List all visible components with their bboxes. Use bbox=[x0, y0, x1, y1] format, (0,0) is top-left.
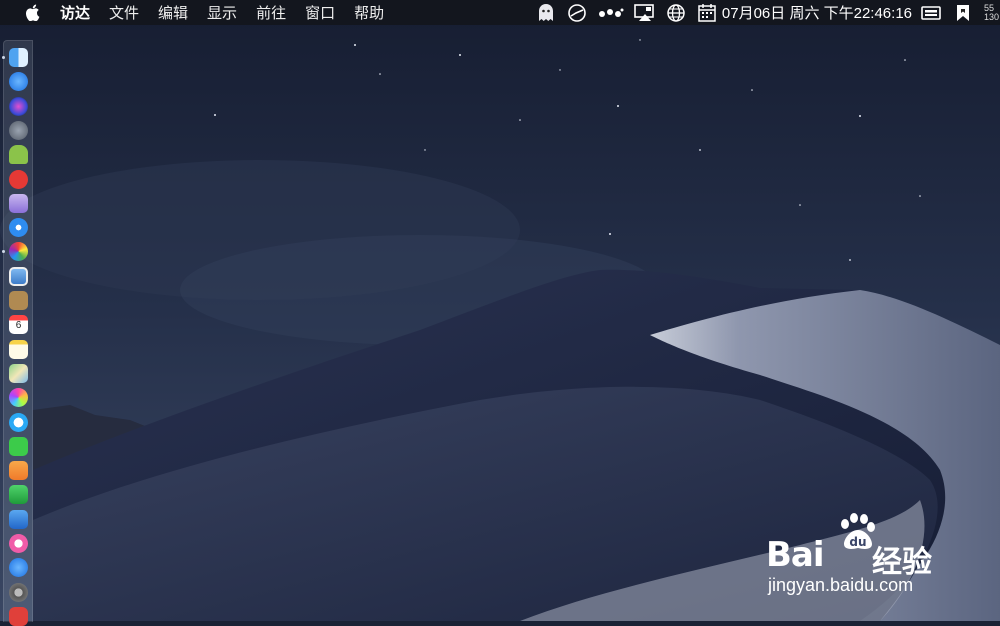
status-area: 07月06日 周六 下午22:46:16 55 130 bbox=[535, 0, 1000, 25]
notes-icon[interactable] bbox=[9, 340, 28, 359]
display-mirror-icon[interactable] bbox=[634, 2, 656, 24]
calendar-day-label: 6 bbox=[15, 320, 22, 331]
running-indicator bbox=[2, 56, 5, 59]
menu-edit[interactable]: 编辑 bbox=[158, 2, 188, 23]
facetime-icon[interactable] bbox=[9, 437, 28, 456]
net-download: 130 bbox=[984, 11, 1000, 22]
menu-window[interactable]: 窗口 bbox=[305, 2, 335, 23]
launchpad-rocket-icon[interactable] bbox=[9, 121, 28, 140]
menu-view[interactable]: 显示 bbox=[207, 2, 237, 23]
vivaldi-icon[interactable] bbox=[9, 607, 28, 626]
svg-text:du: du bbox=[849, 535, 866, 549]
menu-file[interactable]: 文件 bbox=[109, 2, 139, 23]
pages-icon[interactable] bbox=[9, 461, 28, 480]
menu-bar: 访达 文件 编辑 显示 前往 窗口 帮助 07月06日 周六 下午22:46:1… bbox=[0, 0, 1000, 25]
baidu-jingyan-watermark: du Bai 经验 jingyan.baidu.com bbox=[762, 513, 962, 603]
apple-logo-icon[interactable] bbox=[26, 4, 42, 22]
red-app-icon[interactable] bbox=[9, 170, 28, 189]
notebook-icon[interactable] bbox=[9, 291, 28, 310]
itunes-icon[interactable] bbox=[9, 534, 28, 553]
android-icon[interactable] bbox=[9, 145, 28, 164]
network-speed-monitor[interactable]: 55 130 bbox=[984, 4, 1000, 22]
system-preferences-icon[interactable] bbox=[9, 583, 28, 602]
app-store-update-icon[interactable] bbox=[9, 558, 28, 577]
dots-icon[interactable] bbox=[597, 2, 625, 24]
keynote-icon[interactable] bbox=[9, 510, 28, 529]
floppy-save-icon[interactable] bbox=[9, 194, 28, 213]
dock: 6 bbox=[2, 40, 33, 626]
menu-help[interactable]: 帮助 bbox=[354, 2, 384, 23]
messages-icon[interactable] bbox=[9, 413, 28, 432]
photos-icon[interactable] bbox=[9, 388, 28, 407]
numbers-icon[interactable] bbox=[9, 485, 28, 504]
finder-icon[interactable] bbox=[9, 48, 28, 67]
ghost-icon[interactable] bbox=[535, 2, 557, 24]
preview-photo-icon[interactable] bbox=[9, 267, 28, 286]
appstore-icon[interactable] bbox=[9, 72, 28, 91]
calendar-icon[interactable] bbox=[696, 2, 718, 24]
globe-icon[interactable] bbox=[665, 2, 687, 24]
menu-clock[interactable]: 07月06日 周六 下午22:46:16 bbox=[722, 2, 912, 23]
siri-icon[interactable] bbox=[9, 97, 28, 116]
menu-app-finder[interactable]: 访达 bbox=[60, 2, 90, 23]
color-wheel-icon[interactable] bbox=[9, 242, 28, 261]
safari-icon[interactable] bbox=[9, 218, 28, 237]
menu-extra-icon[interactable] bbox=[920, 2, 942, 24]
watermark-url: jingyan.baidu.com bbox=[768, 575, 914, 595]
bookmark-icon[interactable] bbox=[952, 2, 974, 24]
calendar-app-icon[interactable]: 6 bbox=[9, 315, 28, 334]
watermark-logo-text: Bai bbox=[766, 535, 825, 575]
menu-go[interactable]: 前往 bbox=[256, 2, 286, 23]
running-indicator bbox=[2, 250, 5, 253]
baidu-paw-icon: du bbox=[841, 513, 875, 549]
sync-clock-icon[interactable] bbox=[566, 2, 588, 24]
maps-icon[interactable] bbox=[9, 364, 28, 383]
